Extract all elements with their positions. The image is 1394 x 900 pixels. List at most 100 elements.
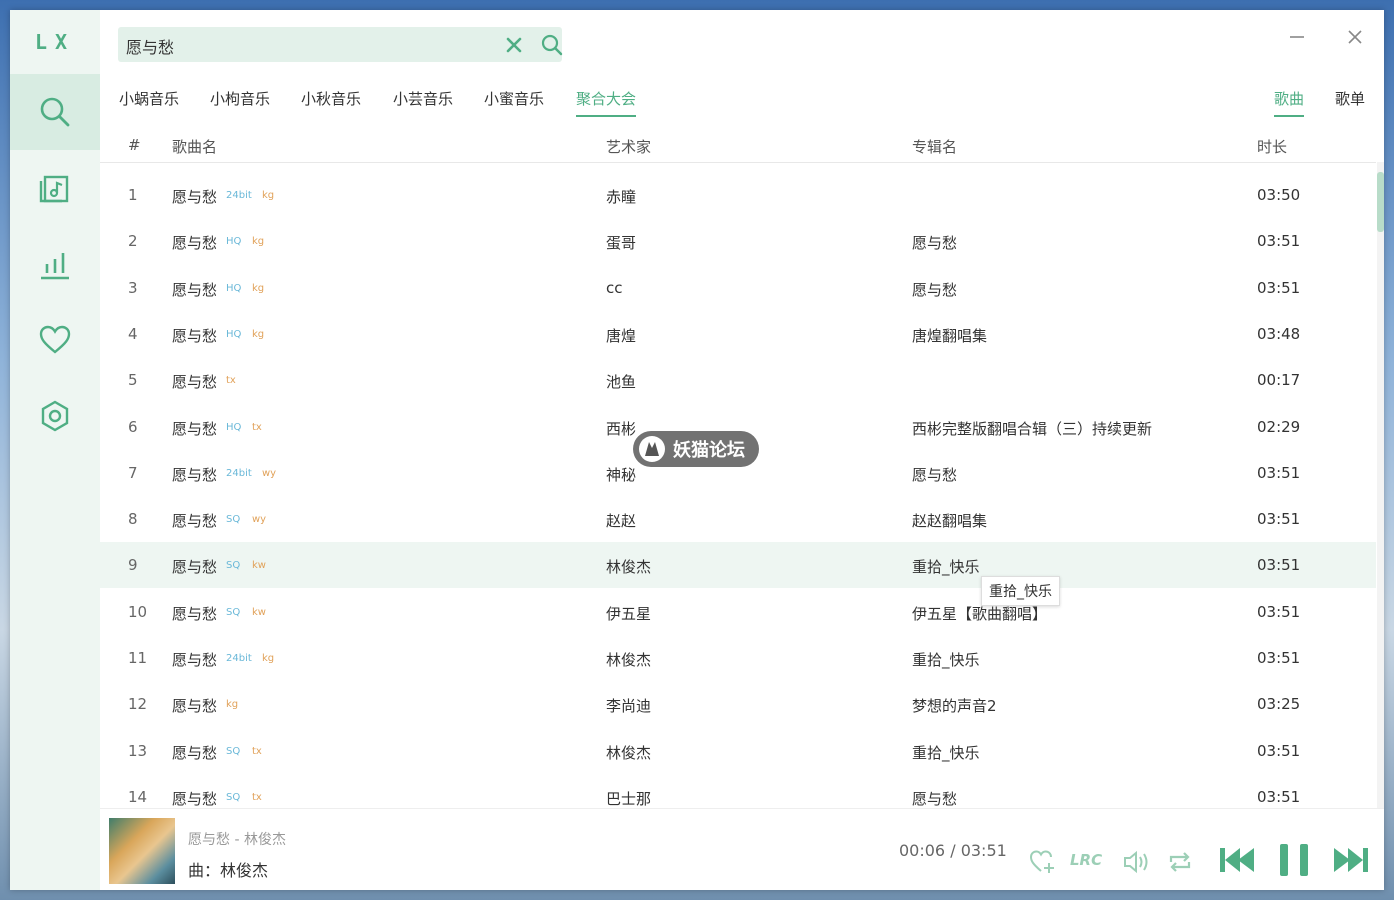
close-icon[interactable]	[1344, 26, 1366, 48]
duration: 03:51	[1257, 603, 1301, 621]
song-name: 愿与愁	[172, 327, 218, 345]
song-list: 1 愿与愁 赤瞳 03:50 24bit kg 2 愿与愁 蛋哥 愿与愁 03:51 HQ kg 3 愿与愁…	[100, 162, 1376, 808]
artist-name[interactable]: 林俊杰	[606, 556, 651, 577]
watermark-text: 妖猫论坛	[673, 440, 745, 461]
now-playing-title[interactable]: 愿与愁 - 林俊杰	[188, 829, 286, 849]
table-row[interactable]: 14 愿与愁 巴士那 愿与愁 03:51 SQ tx	[100, 774, 1376, 808]
table-row[interactable]: 10 愿与愁 伊五星 伊五星【歌曲翻唱】 03:51 SQ kw	[100, 589, 1376, 635]
sidebar-item-favorites[interactable]	[10, 302, 100, 378]
source-badge: kg	[262, 653, 275, 664]
album-name[interactable]: 伊五星【歌曲翻唱】	[912, 603, 1047, 624]
song-name: 愿与愁	[172, 373, 218, 391]
row-index: 5	[128, 371, 138, 389]
tab-songs[interactable]: 歌曲	[1274, 88, 1305, 117]
table-row[interactable]: 9 愿与愁 林俊杰 重拾_快乐 03:51 SQ kw	[100, 542, 1376, 588]
artist-name[interactable]: 池鱼	[606, 371, 636, 392]
artist-name[interactable]: cc	[606, 279, 623, 297]
album-name[interactable]: 重拾_快乐	[912, 556, 980, 577]
artist-name[interactable]: 林俊杰	[606, 742, 651, 763]
album-name[interactable]: 梦想的声音2	[912, 695, 997, 716]
table-row[interactable]: 12 愿与愁 李尚迪 梦想的声音2 03:25 kg	[100, 681, 1376, 727]
tab-playlists[interactable]: 歌单	[1335, 88, 1365, 115]
artist-name[interactable]: 李尚迪	[606, 695, 651, 716]
volume-icon[interactable]	[1122, 848, 1152, 876]
settings-icon	[41, 400, 69, 432]
prev-icon[interactable]	[1218, 845, 1256, 875]
table-row[interactable]: 4 愿与愁 唐煌 唐煌翻唱集 03:48 HQ kg	[100, 311, 1376, 357]
album-name[interactable]: 愿与愁	[912, 279, 957, 300]
source-badge: kg	[262, 190, 275, 201]
table-row[interactable]: 1 愿与愁 赤瞳 03:50 24bit kg	[100, 172, 1376, 218]
app-logo: LX	[34, 30, 76, 54]
song-name: 愿与愁	[172, 558, 218, 576]
album-name[interactable]: 西彬完整版翻唱合辑（三）持续更新	[912, 418, 1152, 439]
tab-source-4[interactable]: 小芸音乐	[393, 88, 453, 115]
tab-source-2[interactable]: 小枸音乐	[210, 88, 270, 115]
album-name[interactable]: 唐煌翻唱集	[912, 325, 987, 346]
next-icon[interactable]	[1332, 845, 1370, 875]
tab-source-3[interactable]: 小秋音乐	[301, 88, 361, 115]
quality-badge: SQ	[226, 514, 241, 525]
artist-name[interactable]: 蛋哥	[606, 232, 636, 253]
lyric-icon[interactable]: LRC	[1070, 851, 1102, 869]
search-icon[interactable]	[540, 33, 564, 57]
now-playing-lyric: 曲：林俊杰	[188, 861, 269, 880]
duration: 03:25	[1257, 695, 1301, 713]
table-row[interactable]: 8 愿与愁 赵赵 赵赵翻唱集 03:51 SQ wy	[100, 496, 1376, 542]
chart-icon	[41, 253, 69, 280]
album-name[interactable]: 愿与愁	[912, 232, 957, 253]
album-name[interactable]: 重拾_快乐	[912, 742, 980, 763]
artist-name[interactable]: 赤瞳	[606, 186, 636, 207]
album-name[interactable]: 愿与愁	[912, 788, 957, 808]
duration: 03:50	[1257, 186, 1301, 204]
music-list-icon	[39, 175, 69, 203]
col-name: 歌曲名	[172, 138, 218, 156]
album-name[interactable]: 赵赵翻唱集	[912, 510, 987, 531]
table-row[interactable]: 5 愿与愁 池鱼 00:17 tx	[100, 357, 1376, 403]
row-index: 11	[128, 649, 148, 667]
repeat-icon[interactable]	[1166, 848, 1194, 876]
duration: 03:51	[1257, 279, 1301, 297]
duration: 03:51	[1257, 556, 1301, 574]
album-cover[interactable]	[109, 818, 175, 884]
clear-icon[interactable]	[504, 35, 524, 55]
table-row[interactable]: 13 愿与愁 林俊杰 重拾_快乐 03:51 SQ tx	[100, 728, 1376, 774]
tab-source-1[interactable]: 小蜗音乐	[119, 88, 179, 115]
artist-name[interactable]: 伊五星	[606, 603, 651, 624]
row-index: 14	[128, 788, 148, 806]
scrollbar[interactable]	[1377, 162, 1384, 808]
sidebar-item-settings[interactable]	[10, 378, 100, 454]
scrollbar-thumb[interactable]	[1377, 172, 1384, 232]
artist-name[interactable]: 唐煌	[606, 325, 636, 346]
sidebar-item-leaderboard[interactable]	[10, 226, 100, 302]
col-artist: 艺术家	[606, 138, 652, 156]
table-row[interactable]: 3 愿与愁 cc 愿与愁 03:51 HQ kg	[100, 265, 1376, 311]
minimize-icon[interactable]	[1286, 26, 1308, 48]
search-input[interactable]	[124, 27, 488, 64]
table-row[interactable]: 2 愿与愁 蛋哥 愿与愁 03:51 HQ kg	[100, 218, 1376, 264]
album-name[interactable]: 愿与愁	[912, 464, 957, 485]
total-time: 03:51	[960, 841, 1007, 860]
artist-name[interactable]: 神秘	[606, 464, 636, 485]
table-row[interactable]: 11 愿与愁 林俊杰 重拾_快乐 03:51 24bit kg	[100, 635, 1376, 681]
sidebar-item-songlist[interactable]	[10, 150, 100, 226]
sidebar-item-search[interactable]	[10, 74, 100, 150]
row-index: 7	[128, 464, 138, 482]
artist-name[interactable]: 西彬	[606, 418, 636, 439]
song-name: 愿与愁	[172, 790, 218, 808]
pause-icon[interactable]	[1278, 842, 1310, 878]
album-name[interactable]: 重拾_快乐	[912, 649, 980, 670]
source-badge: tx	[252, 746, 262, 757]
row-index: 12	[128, 695, 148, 713]
favorite-add-icon[interactable]	[1028, 848, 1056, 876]
current-time: 00:06	[899, 841, 946, 860]
duration: 03:51	[1257, 464, 1301, 482]
tab-source-aggregate[interactable]: 聚合大会	[576, 88, 637, 117]
artist-name[interactable]: 赵赵	[606, 510, 636, 531]
artist-name[interactable]: 林俊杰	[606, 649, 651, 670]
duration: 03:51	[1257, 510, 1301, 528]
artist-name[interactable]: 巴士那	[606, 788, 651, 808]
source-badge: kw	[252, 607, 266, 618]
tab-source-5[interactable]: 小蜜音乐	[484, 88, 544, 115]
source-badge: tx	[226, 375, 236, 386]
